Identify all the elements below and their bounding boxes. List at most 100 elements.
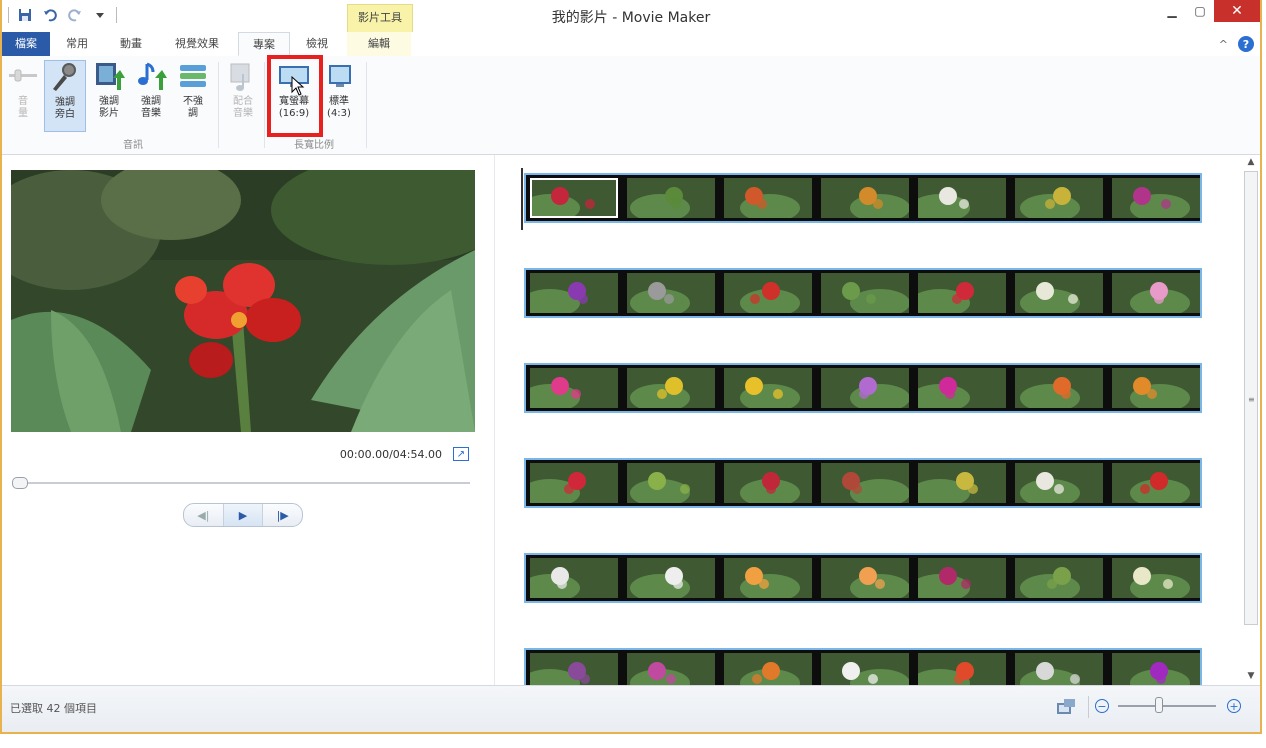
clip-thumbnail	[724, 463, 812, 507]
clip-thumbnail	[910, 273, 1006, 317]
preview-video[interactable]	[11, 170, 475, 432]
scroll-down-icon[interactable]: ▼	[1245, 671, 1257, 683]
storyboard-clip[interactable]	[821, 463, 910, 507]
storyboard-clip[interactable]	[724, 463, 812, 507]
storyboard-clip[interactable]	[520, 273, 618, 317]
storyboard-clip[interactable]	[1015, 653, 1103, 685]
fit-to-music-icon	[230, 63, 250, 91]
storyboard-clip[interactable]	[821, 178, 910, 222]
status-text: 已選取 42 個項目	[10, 702, 97, 715]
standard-4-3-button[interactable]: 標準 (4:3)	[318, 60, 360, 132]
previous-frame-button[interactable]: ◀|	[184, 504, 224, 526]
storyboard-clip[interactable]	[821, 653, 910, 685]
audio-volume-button[interactable]: 音 量	[2, 60, 44, 132]
seek-thumb[interactable]	[12, 477, 28, 489]
play-button[interactable]: ▶	[223, 504, 264, 526]
storyboard-clip[interactable]	[1112, 558, 1200, 602]
tab-file[interactable]: 檔案	[2, 32, 50, 56]
storyboard-clip[interactable]	[1112, 653, 1200, 685]
storyboard-clip[interactable]	[627, 463, 715, 507]
minimize-button[interactable]: ▁	[1158, 0, 1186, 22]
storyboard-clip[interactable]	[520, 368, 618, 412]
clip-thumbnail	[627, 273, 715, 317]
storyboard-clip[interactable]	[1015, 368, 1103, 412]
storyboard-clip[interactable]	[910, 463, 1006, 507]
storyboard-clip[interactable]	[627, 178, 715, 222]
pane-splitter[interactable]	[494, 155, 495, 685]
storyboard-clip[interactable]	[627, 273, 715, 317]
standard-monitor-icon	[329, 65, 351, 87]
clip-thumbnail	[520, 273, 618, 317]
tab-project[interactable]: 專案	[238, 32, 290, 56]
tab-animations[interactable]: 動畫	[106, 32, 156, 56]
widescreen-16-9-button[interactable]: 寬螢幕 (16:9)	[273, 60, 315, 132]
storyboard-clip[interactable]	[1015, 558, 1103, 602]
tab-view[interactable]: 檢視	[292, 32, 342, 56]
clip-thumbnail	[910, 368, 1006, 412]
tab-visual-effects[interactable]: 視覺效果	[160, 32, 234, 56]
zoom-in-icon[interactable]: +	[1227, 699, 1241, 713]
emphasize-video-button[interactable]: 強調 影片	[88, 60, 130, 132]
storyboard-clip[interactable]	[1112, 368, 1200, 412]
storyboard-row	[520, 363, 1202, 413]
storyboard-clip[interactable]	[1015, 273, 1103, 317]
storyboard-clip[interactable]	[724, 653, 812, 685]
storyboard-clip[interactable]	[910, 178, 1006, 222]
clip-thumbnail	[627, 178, 715, 222]
ribbon-tabs: 檔案 常用 動畫 視覺效果 專案 檢視 編輯 ^ ?	[2, 32, 1260, 57]
storyboard-clip[interactable]	[724, 273, 812, 317]
storyboard-clip[interactable]	[627, 558, 715, 602]
seek-bar[interactable]	[18, 482, 470, 484]
storyboard-clip[interactable]	[910, 273, 1006, 317]
storyboard-clip[interactable]	[1112, 273, 1200, 317]
storyboard-clip[interactable]	[520, 653, 618, 685]
zoom-out-icon[interactable]: −	[1095, 699, 1109, 713]
storyboard-clip[interactable]	[520, 178, 618, 222]
storyboard-clip[interactable]	[821, 273, 910, 317]
maximize-button[interactable]: ▢	[1186, 0, 1214, 22]
clip-thumbnail	[1112, 368, 1200, 412]
storyboard-clip[interactable]	[910, 653, 1006, 685]
storyboard-clip[interactable]	[821, 368, 910, 412]
storyboard-clip[interactable]	[724, 368, 812, 412]
storyboard-clip[interactable]	[1015, 463, 1103, 507]
storyboard-clip[interactable]	[910, 368, 1006, 412]
storyboard-clip[interactable]	[1112, 463, 1200, 507]
next-frame-button[interactable]: |▶	[263, 504, 302, 526]
storyboard-clip[interactable]	[1015, 178, 1103, 222]
tab-home[interactable]: 常用	[52, 32, 102, 56]
scroll-up-icon[interactable]: ▲	[1245, 157, 1257, 169]
storyboard-row	[520, 458, 1202, 508]
fullscreen-preview-icon[interactable]: ↗	[453, 447, 469, 461]
clip-thumbnail	[1112, 178, 1200, 222]
storyboard-clip[interactable]	[520, 558, 618, 602]
storyboard-clip[interactable]	[724, 558, 812, 602]
storyboard-clip[interactable]	[627, 653, 715, 685]
no-emphasis-button[interactable]: 不強 調	[172, 60, 214, 132]
vertical-scrollbar[interactable]: ▲ ≡ ▼	[1241, 155, 1260, 685]
storyboard-clip[interactable]	[520, 463, 618, 507]
help-icon[interactable]: ?	[1238, 36, 1254, 52]
fit-to-music-button[interactable]: 配合 音樂	[222, 60, 264, 132]
emphasize-narration-button[interactable]: 強調 旁白	[44, 60, 86, 132]
clip-thumbnail	[1015, 273, 1103, 317]
storyboard-clip[interactable]	[910, 558, 1006, 602]
storyboard-clip[interactable]	[627, 368, 715, 412]
close-button[interactable]: ✕	[1214, 0, 1260, 22]
snapshot-icon[interactable]	[1056, 698, 1076, 716]
tab-edit[interactable]: 編輯	[347, 32, 411, 56]
ribbon-body: 音 量 強調 旁白 強調 影片 強調 音樂 不強 調 配合 音樂 寬螢幕 (16…	[2, 56, 1260, 155]
storyboard-row	[520, 648, 1202, 685]
zoom-slider[interactable]	[1118, 705, 1216, 707]
minimize-ribbon-icon[interactable]: ^	[1219, 38, 1228, 51]
storyboard-clip[interactable]	[821, 558, 910, 602]
clip-thumbnail	[1112, 463, 1200, 507]
storyboard	[496, 155, 1241, 685]
storyboard-clip[interactable]	[724, 178, 812, 222]
clip-thumbnail	[1015, 463, 1103, 507]
ribbon-button-label: 不強 調	[183, 96, 203, 119]
zoom-slider-thumb[interactable]	[1155, 697, 1164, 713]
ribbon-separator	[366, 62, 367, 148]
storyboard-clip[interactable]	[1112, 178, 1200, 222]
emphasize-music-button[interactable]: 強調 音樂	[130, 60, 172, 132]
